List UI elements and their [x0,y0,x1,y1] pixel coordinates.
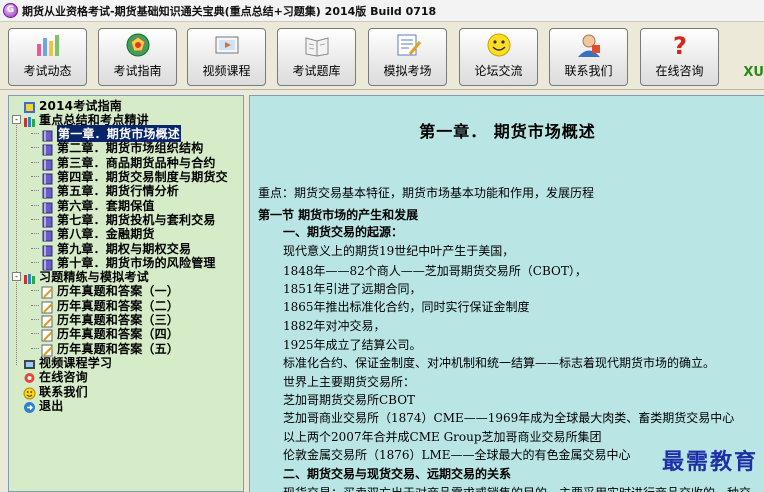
smiley-forum-icon [485,32,513,58]
pencil-icon [41,327,54,342]
chapter-title: 第一章． 期货市场概述 [419,122,596,141]
content-line: 世界上主要期货交易所： [283,375,416,389]
content-line: 重点：期货交易基本特征，期货市场基本功能和作用，发展历程 [258,186,595,200]
content-line: 1925年成立了结算公司。 [283,338,422,352]
question-bank-button-label: 考试题库 [292,64,341,78]
app-window: G 期货从业资格考试-期货基础知识通关宝典(重点总结+习题集) 2014版 Bu… [0,0,764,492]
svg-text:?: ? [673,32,687,58]
question-bank-button[interactable]: 考试题库 [277,28,356,86]
tree-connector [31,204,39,206]
forum-button[interactable]: 论坛交流 [459,28,538,86]
content-line: 现代意义上的期货19世纪中叶产生于美国， [283,244,515,258]
online-consult-button-label: 在线咨询 [655,64,704,78]
book-icon [41,227,54,242]
collapse-toggle-icon[interactable]: - [12,272,21,282]
title-bar: G 期货从业资格考试-期货基础知识通关宝典(重点总结+习题集) 2014版 Bu… [0,0,764,22]
mock-exam-button[interactable]: 模拟考场 [368,28,447,86]
pencil-icon [41,313,54,328]
pencil-icon [41,299,54,314]
tree-connector [31,218,39,220]
tree-connector [31,161,39,163]
smiley-icon [23,385,36,399]
content-line: 芝加哥期货交易所CBOT [283,393,416,407]
books-icon [23,270,36,285]
online-consult-button[interactable]: ? 在线咨询 [640,28,719,86]
content-heading: 一、期货交易的起源： [283,225,404,239]
tree-connector [31,176,39,177]
contact-person-icon [575,32,603,58]
brand-partial-text: XU [743,65,764,80]
guide-icon [23,99,36,113]
book-icon [41,242,54,256]
app-logo-icon: G [3,3,18,18]
tree-connector [16,279,17,366]
book-icon [41,127,54,142]
contact-us-button-label: 联系我们 [564,64,613,78]
news-button[interactable]: 考试动态 [8,28,87,86]
tree-connector [31,233,39,235]
video-course-button-label: 视频课程 [202,64,251,78]
book-icon [41,170,54,185]
tree-connector [31,247,39,249]
exam-guide-button[interactable]: 考试指南 [98,28,177,86]
tree-connector [31,333,39,335]
tree-connector [31,190,39,192]
book-icon [41,213,54,228]
content-line: 1882年对冲交易， [283,319,386,333]
watermark-text: 最需教育 [661,449,758,475]
tree-connector [31,290,39,292]
forum-button-label: 论坛交流 [474,64,523,78]
content-line: 伦敦金属交易所（1876）LME——全球最大的有色金属交易中心 [283,448,631,462]
tree-node[interactable]: 退出 [12,398,64,413]
window-title: 期货从业资格考试-期货基础知识通关宝典(重点总结+习题集) 2014版 Buil… [22,4,437,18]
film-icon [23,356,36,369]
tree-connector [31,133,39,135]
tree-connector [31,261,39,263]
book-icon [41,156,54,171]
book-icon [41,199,54,214]
exit-icon [23,399,36,413]
compass-pentagon-icon [124,32,152,58]
books-icon [23,113,36,127]
content-line: 标准化合约、保证金制度、对冲机制和统一结算——标志着现代期货市场的确立。 [283,356,716,370]
content-line: 1848年——82个商人——芝加哥期货交易所（CBOT）， [283,264,587,278]
content-line: 以上两个2007年合并成CME Group芝加哥商业交易所集团 [283,430,602,444]
content-pane[interactable]: 第一章． 期货市场概述 重点：期货交易基本特征，期货市场基本功能和作用，发展历程… [249,95,764,492]
content-heading: 第一节 期货市场的产生和发展 [258,208,419,222]
pencil-icon [41,342,54,357]
content-heading: 二、期货交易与现货交易、远期交易的关系 [283,467,512,481]
tree-connector [31,304,39,306]
chat-icon [23,370,36,384]
content-line: 现货交易：买卖双方出于对商品需求或销售的目的，主要采用实时进行商品交收的一种交 [283,484,751,492]
exam-guide-button-label: 考试指南 [113,64,162,78]
mock-exam-icon [394,32,422,58]
news-bars-icon [34,32,62,58]
mock-exam-button-label: 模拟考场 [383,64,432,78]
tree-connector [31,147,39,149]
tree-connector [16,122,17,280]
tree-connector [31,347,39,349]
book-icon [41,141,54,156]
toolbar: 考试动态 考试指南 视频课程 考试题库 模拟考场 论坛交流 联系我们 ? 在线咨… [0,23,764,90]
question-mark-icon: ? [666,32,694,58]
pencil-icon [41,284,54,299]
video-course-icon [213,32,241,58]
collapse-toggle-icon[interactable]: - [12,114,21,124]
question-bank-icon [303,32,331,58]
tree-item-label: 退出 [39,398,64,413]
content-line: 1865年推出标准化合约，同时实行保证金制度 [283,300,530,314]
content-line: 1851年引进了远期合同， [283,282,422,296]
content-line: 芝加哥商业交易所（1874）CME——1969年成为全球最大肉类、畜类期货交易中… [283,411,735,425]
tree-connector [31,319,39,320]
news-button-label: 考试动态 [23,64,72,78]
book-icon [41,184,54,199]
nav-tree[interactable]: 2014考试指南 - 重点总结和考点精讲 第一章．期货市场概述 第二章．期货市场组织结构… [8,95,244,492]
book-icon [41,256,54,271]
contact-us-button[interactable]: 联系我们 [549,28,628,86]
video-course-button[interactable]: 视频课程 [187,28,266,86]
